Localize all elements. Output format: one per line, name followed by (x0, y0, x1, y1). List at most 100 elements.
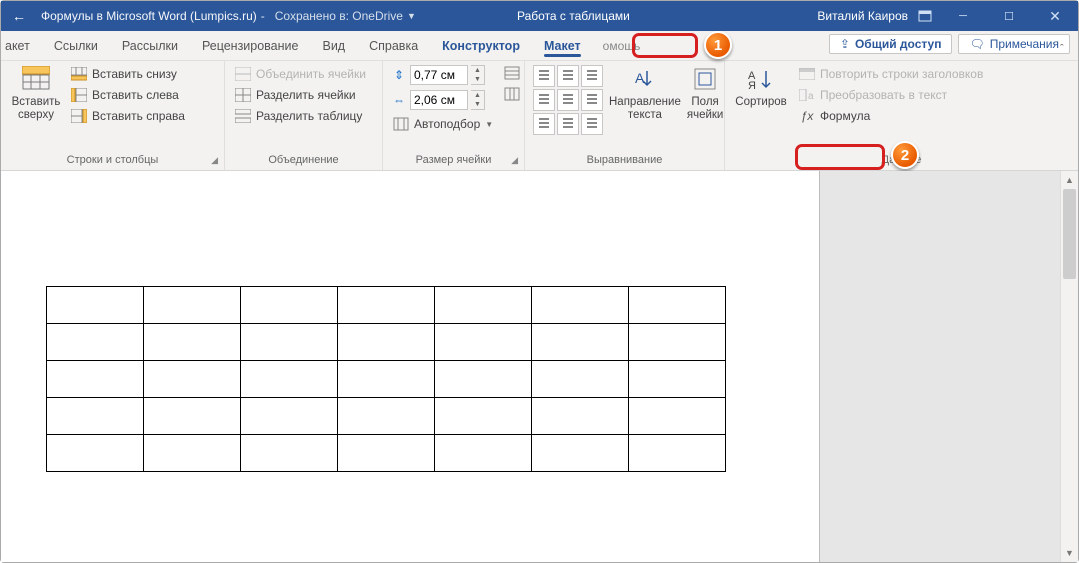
close-button[interactable]: ✕ (1032, 1, 1078, 31)
autofit-button[interactable]: Автоподбор ▼ (391, 115, 495, 133)
scroll-down-icon[interactable]: ▼ (1061, 544, 1078, 562)
align-bottom-right[interactable] (581, 113, 603, 135)
repeat-header-icon (799, 66, 815, 82)
insert-below-icon (71, 66, 87, 82)
align-middle-left[interactable] (533, 89, 555, 111)
split-cells-button[interactable]: Разделить ячейки (233, 86, 368, 104)
insert-right-button[interactable]: Вставить справа (69, 107, 187, 125)
spinner-icon[interactable]: ▲▼ (471, 65, 485, 85)
group-rows-columns-label: Строки и столбцы (67, 154, 159, 166)
split-table-button[interactable]: Разделить таблицу (233, 107, 368, 125)
row-height-field[interactable] (410, 65, 468, 85)
insert-above-icon (22, 65, 50, 93)
row-height-input[interactable]: ⇕ ▲▼ (391, 65, 495, 85)
tab-help[interactable]: Справка (357, 31, 430, 60)
collapse-ribbon-icon[interactable]: ˆ (1060, 43, 1074, 57)
sort-button[interactable]: AЯ Сортиров (733, 65, 789, 109)
tab-table-layout-label: Макет (544, 39, 581, 53)
word-table[interactable] (46, 286, 726, 472)
back-icon[interactable]: ← (1, 8, 37, 24)
vertical-scrollbar[interactable]: ▲ ▼ (1060, 171, 1078, 562)
formula-button[interactable]: ƒx Формула (797, 107, 985, 125)
split-cells-icon (235, 87, 251, 103)
insert-below-button[interactable]: Вставить снизу (69, 65, 187, 83)
tab-review[interactable]: Рецензирование (190, 31, 311, 60)
group-merge: Объединить ячейки Разделить ячейки Разде… (225, 61, 383, 170)
svg-text:Я: Я (748, 80, 756, 91)
svg-text:A: A (635, 70, 645, 86)
column-width-field[interactable] (410, 90, 468, 110)
comments-button[interactable]: 🗨 Примечания (958, 34, 1070, 54)
align-middle-right[interactable] (581, 89, 603, 111)
scroll-thumb[interactable] (1063, 189, 1076, 279)
ribbon-tabs: акет Ссылки Рассылки Рецензирование Вид … (1, 31, 1078, 61)
repeat-header-rows-button[interactable]: Повторить строки заголовков (797, 65, 985, 83)
autofit-icon (393, 116, 409, 132)
tab-page-layout-cut[interactable]: акет (3, 31, 42, 60)
height-icon: ⇕ (391, 68, 407, 82)
group-alignment: A Направление текста Поля ячейки Выравни… (525, 61, 725, 170)
align-bottom-center[interactable] (557, 113, 579, 135)
ribbon-display-options-icon[interactable] (910, 1, 940, 31)
tab-table-design[interactable]: Конструктор (430, 31, 532, 60)
distribute-rows-button[interactable] (504, 65, 520, 81)
cell-margins-button[interactable]: Поля ячейки (687, 65, 724, 121)
window-controls: ─ ☐ ✕ (940, 1, 1078, 31)
document-area: ▲ ▼ (1, 171, 1078, 562)
align-top-right[interactable] (581, 65, 603, 87)
tell-me-cut[interactable]: омощь (593, 31, 651, 60)
convert-to-text-button[interactable]: a Преобразовать в текст (797, 86, 957, 104)
dialog-launcher-icon[interactable]: ◢ (511, 155, 518, 166)
align-bottom-left[interactable] (533, 113, 555, 135)
align-top-left[interactable] (533, 65, 555, 87)
group-rows-columns: Вставить сверху Вставить снизу Вставить … (1, 61, 225, 170)
tab-table-layout[interactable]: Макет (532, 31, 593, 60)
tab-references[interactable]: Ссылки (42, 31, 110, 60)
spinner-icon[interactable]: ▲▼ (471, 90, 485, 110)
save-location[interactable]: Сохранено в: OneDrive (275, 9, 403, 23)
distribute-columns-button[interactable] (504, 86, 520, 102)
annotation-badge-1: 1 (704, 31, 732, 59)
text-direction-button[interactable]: A Направление текста (609, 65, 681, 121)
chevron-down-icon: ▼ (485, 120, 493, 129)
chevron-down-icon[interactable]: ▼ (407, 11, 416, 21)
merge-cells-icon (235, 66, 251, 82)
sort-icon: AЯ (747, 65, 775, 93)
merge-cells-button[interactable]: Объединить ячейки (233, 65, 368, 83)
title-bar: ← Формулы в Microsoft Word (Lumpics.ru) … (1, 1, 1078, 31)
contextual-tab-title: Работа с таблицами (499, 1, 648, 31)
maximize-button[interactable]: ☐ (986, 1, 1032, 31)
group-alignment-label: Выравнивание (533, 154, 716, 168)
page[interactable] (1, 171, 821, 562)
page-margin-area (819, 171, 1060, 562)
align-middle-center[interactable] (557, 89, 579, 111)
minimize-button[interactable]: ─ (940, 1, 986, 31)
annotation-badge-2: 2 (891, 141, 919, 169)
split-table-icon (235, 108, 251, 124)
column-width-input[interactable]: ⇔ ▲▼ (391, 90, 495, 110)
tab-view[interactable]: Вид (310, 31, 357, 60)
align-top-center[interactable] (557, 65, 579, 87)
user-name: Виталий Каиров (817, 9, 908, 23)
width-icon: ⇔ (391, 93, 407, 107)
user-account[interactable]: Виталий Каиров (817, 1, 908, 31)
tab-mailings[interactable]: Рассылки (110, 31, 190, 60)
share-button[interactable]: ⇪ Общий доступ (829, 34, 953, 54)
share-icon: ⇪ (840, 37, 850, 51)
dialog-launcher-icon[interactable]: ◢ (211, 155, 218, 166)
insert-right-icon (71, 108, 87, 124)
cell-margins-icon (691, 65, 719, 93)
svg-text:a: a (808, 91, 814, 101)
fx-icon: ƒx (799, 108, 815, 124)
group-merge-label: Объединение (233, 154, 374, 168)
document-title: Формулы в Microsoft Word (Lumpics.ru) (37, 9, 257, 23)
group-cell-size-label: Размер ячейки (416, 154, 492, 166)
insert-above-button[interactable]: Вставить сверху (9, 65, 63, 121)
insert-left-button[interactable]: Вставить слева (69, 86, 187, 104)
group-cell-size: ⇕ ▲▼ ⇔ ▲▼ Автоподбор ▼ Р (383, 61, 525, 170)
scroll-track[interactable] (1063, 189, 1076, 544)
text-direction-icon: A (631, 65, 659, 93)
scroll-up-icon[interactable]: ▲ (1061, 171, 1078, 189)
convert-text-icon: a (799, 87, 815, 103)
alignment-grid (533, 65, 603, 135)
